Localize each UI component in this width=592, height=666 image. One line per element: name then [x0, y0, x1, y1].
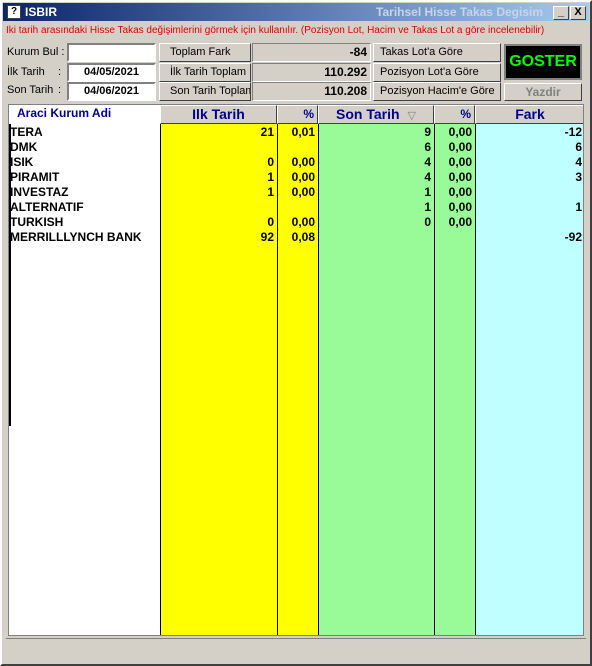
- close-button[interactable]: X: [570, 6, 586, 20]
- cell-son-pct: 0,00: [448, 140, 472, 154]
- header-araci-kurum[interactable]: Araci Kurum Adi: [9, 105, 160, 124]
- cell-fark: [475, 215, 583, 230]
- cell-son-pct: 0,00: [448, 200, 472, 214]
- header-son-tarih[interactable]: Son Tarih ▽: [318, 105, 434, 124]
- header-son-pct[interactable]: %: [434, 105, 475, 124]
- cell-son-tarih: 9: [424, 125, 431, 139]
- toplam-fark-value: -84: [252, 43, 371, 62]
- cell-son-tarih: 6: [424, 140, 431, 154]
- cell-kurum: PIRAMIT: [10, 170, 60, 184]
- cell-son-pct: 0,00: [448, 125, 472, 139]
- kurum-bul-input[interactable]: [67, 43, 156, 62]
- cell-son-tarih: 1: [424, 200, 431, 214]
- cell-ilk-tarih: 1: [267, 185, 274, 199]
- cell-fark: -12: [564, 125, 582, 139]
- takas-table[interactable]: Araci Kurum Adi Ilk Tarih % Son Tarih ▽ …: [8, 104, 584, 636]
- app-icon[interactable]: ?: [7, 5, 21, 19]
- cell-kurum: MERRILLLYNCH BANK: [10, 230, 142, 244]
- cell-ilk-pct: [277, 200, 318, 215]
- son-tarih-input[interactable]: 04/06/2021: [67, 82, 156, 101]
- cell-ilk-tarih: [160, 140, 277, 155]
- ilk-tarih-toplam-value: 110.292: [252, 63, 371, 82]
- cell-ilk-pct: 0,00: [291, 155, 315, 169]
- cell-son-pct: 0,00: [448, 215, 472, 229]
- cell-ilk-pct: 0,08: [291, 230, 315, 244]
- ilk-tarih-label: İlk Tarih: [7, 66, 45, 78]
- cell-ilk-pct: 0,01: [291, 125, 315, 139]
- header-fark[interactable]: Fark: [475, 105, 583, 124]
- cell-ilk-tarih: 0: [267, 155, 274, 169]
- cell-son-pct: [434, 230, 475, 245]
- cell-ilk-tarih: 92: [260, 230, 274, 244]
- table-row[interactable]: DMK 6 0,00 6: [9, 140, 583, 155]
- kurum-bul-label: Kurum Bul :: [7, 46, 65, 58]
- cell-son-pct: 0,00: [448, 170, 472, 184]
- table-row[interactable]: TURKISH 0 0,00 0 0,00: [9, 215, 583, 230]
- son-tarih-colon: :: [58, 84, 62, 96]
- cell-fark: [475, 185, 583, 200]
- status-bar: [6, 638, 586, 660]
- table-row[interactable]: ISIK 0 0,00 4 0,00 4: [9, 155, 583, 170]
- ilk-tarih-colon: :: [58, 66, 62, 78]
- cell-fark: 6: [575, 140, 582, 154]
- table-row[interactable]: ALTERNATIF 1 0,00 1: [9, 200, 583, 215]
- pozisyon-lot-button[interactable]: Pozisyon Lot'a Göre: [373, 63, 501, 82]
- cell-kurum: TURKISH: [10, 215, 64, 229]
- cell-son-tarih: [318, 230, 434, 245]
- title-bar[interactable]: ? ISBIR Tarihsel Hisse Takas Degisim _ X: [3, 3, 589, 21]
- son-tarih-toplam-label: Son Tarih Toplam: [159, 82, 251, 101]
- cell-son-tarih: 1: [424, 185, 431, 199]
- cell-ilk-tarih: 0: [267, 215, 274, 229]
- son-tarih-toplam-value: 110.208: [252, 82, 371, 101]
- toplam-fark-label: Toplam Fark: [159, 43, 251, 62]
- takas-lot-button[interactable]: Takas Lot'a Göre: [373, 43, 501, 62]
- cell-ilk-pct: 0,00: [291, 215, 315, 229]
- header-ilk-tarih[interactable]: Ilk Tarih: [160, 105, 277, 124]
- header-ilk-pct[interactable]: %: [277, 105, 318, 124]
- cell-fark: -92: [564, 230, 582, 244]
- cell-ilk-tarih: 21: [260, 125, 274, 139]
- ilk-tarih-toplam-label: İlk Tarih Toplam: [159, 63, 251, 82]
- pozisyon-hacim-button[interactable]: Pozisyon Hacim'e Göre: [373, 82, 501, 101]
- goster-button[interactable]: GOSTER: [504, 44, 582, 80]
- cell-son-tarih: 4: [424, 170, 431, 184]
- cell-son-tarih: 0: [424, 215, 431, 229]
- window-title: ISBIR: [25, 5, 58, 19]
- header-son-tarih-label: Son Tarih: [336, 106, 400, 122]
- ilk-tarih-input[interactable]: 04/05/2021: [67, 63, 156, 82]
- cell-son-tarih: 4: [424, 155, 431, 169]
- window-subtitle: Tarihsel Hisse Takas Degisim: [376, 5, 543, 19]
- cell-kurum: TERA: [10, 125, 43, 139]
- yazdir-button[interactable]: Yazdir: [504, 83, 582, 101]
- sort-desc-icon: ▽: [407, 110, 416, 122]
- cell-son-pct: 0,00: [448, 155, 472, 169]
- info-text: İki tarih arasındaki Hisse Takas değişim…: [6, 25, 545, 36]
- son-tarih-label: Son Tarih: [7, 84, 54, 96]
- cell-fark: 1: [575, 200, 582, 214]
- table-row[interactable]: MERRILLLYNCH BANK 92 0,08 -92: [9, 230, 583, 245]
- table-row[interactable]: INVESTAZ 1 0,00 1 0,00: [9, 185, 583, 200]
- cell-kurum: ALTERNATIF: [10, 200, 84, 214]
- cell-ilk-pct: 0,00: [291, 185, 315, 199]
- cell-fark: 3: [575, 170, 582, 184]
- cell-kurum: INVESTAZ: [10, 185, 69, 199]
- cell-kurum: ISIK: [10, 155, 34, 169]
- minimize-button[interactable]: _: [553, 6, 569, 20]
- cell-ilk-pct: 0,00: [291, 170, 315, 184]
- cell-ilk-tarih: 1: [267, 170, 274, 184]
- cell-ilk-tarih: [160, 200, 277, 215]
- table-row[interactable]: PIRAMIT 1 0,00 4 0,00 3: [9, 170, 583, 185]
- table-row[interactable]: TERA 21 0,01 9 0,00 -12: [9, 125, 583, 140]
- cell-fark: 4: [575, 155, 582, 169]
- cell-kurum: DMK: [10, 140, 38, 154]
- cell-ilk-pct: [277, 140, 318, 155]
- cell-son-pct: 0,00: [448, 185, 472, 199]
